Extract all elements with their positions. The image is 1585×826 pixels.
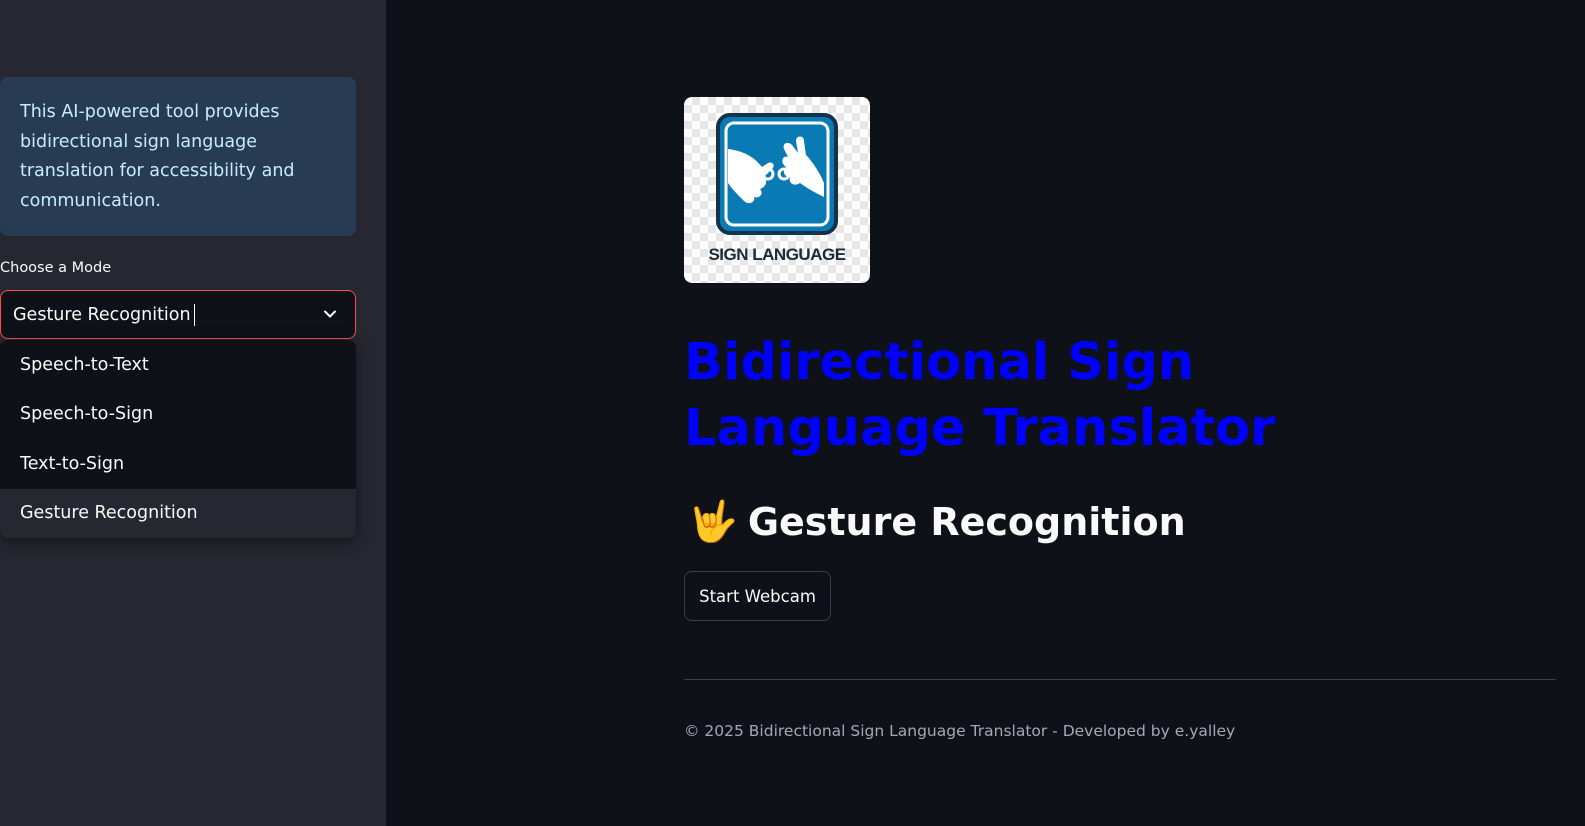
option-gesture-recognition[interactable]: Gesture Recognition bbox=[0, 488, 356, 538]
footer-text: © 2025 Bidirectional Sign Language Trans… bbox=[684, 722, 1236, 740]
mode-dropdown-list: Speech-to-Text Speech-to-Sign Text-to-Si… bbox=[0, 340, 356, 538]
text-cursor bbox=[193, 303, 196, 326]
sidebar: This AI-powered tool provides bidirectio… bbox=[0, 0, 386, 826]
option-speech-to-sign[interactable]: Speech-to-Sign bbox=[0, 390, 356, 440]
section-title: Gesture Recognition bbox=[747, 499, 1186, 544]
option-text-to-sign[interactable]: Text-to-Sign bbox=[0, 439, 356, 489]
sign-language-logo: SIGN LANGUAGE bbox=[684, 97, 870, 283]
mode-label: Choose a Mode bbox=[0, 260, 112, 276]
divider bbox=[684, 679, 1556, 680]
option-speech-to-text[interactable]: Speech-to-Text bbox=[0, 340, 356, 390]
section-header: 🤟 Gesture Recognition bbox=[688, 498, 1186, 545]
main-content: SIGN LANGUAGE Bidirectional Sign Languag… bbox=[386, 0, 1585, 826]
chevron-down-icon[interactable] bbox=[323, 307, 337, 321]
app-window: This AI-powered tool provides bidirectio… bbox=[0, 0, 1585, 826]
love-you-gesture-icon: 🤟 bbox=[688, 499, 738, 545]
mode-select-value: Gesture Recognition bbox=[13, 304, 191, 325]
logo-text: SIGN LANGUAGE bbox=[708, 245, 846, 264]
info-text: This AI-powered tool provides bidirectio… bbox=[20, 102, 295, 212]
mode-select[interactable]: Gesture Recognition bbox=[0, 290, 356, 339]
start-webcam-button[interactable]: Start Webcam bbox=[684, 571, 831, 621]
info-box: This AI-powered tool provides bidirectio… bbox=[0, 77, 356, 236]
page-title: Bidirectional Sign Language Translator bbox=[684, 333, 1276, 458]
